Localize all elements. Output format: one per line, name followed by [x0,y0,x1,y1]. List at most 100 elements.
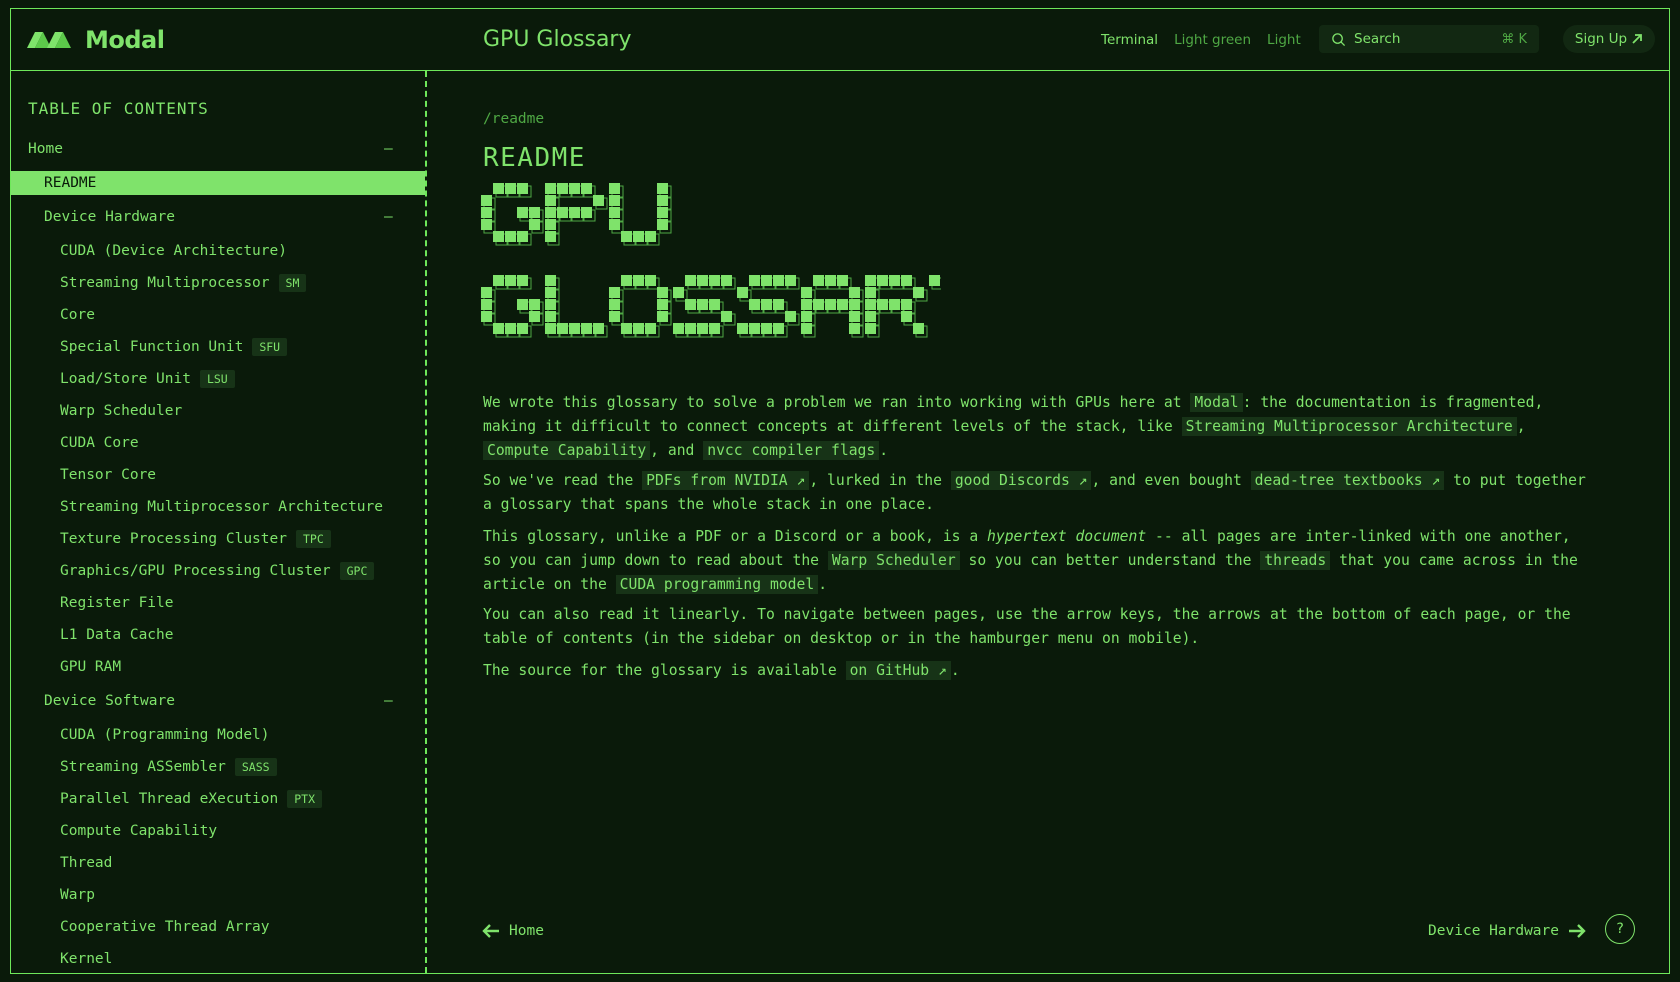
paragraph-3: This glossary, unlike a PDF or a Discord… [483,525,1593,597]
toc-item[interactable]: Special Function Unit SFU [11,331,425,363]
paragraph-5: The source for the glossary is available… [483,659,1593,683]
sign-up-label: Sign Up [1574,31,1628,47]
toc-item[interactable]: Compute Capability [11,815,425,847]
arrow-left-icon [482,924,499,938]
theme-terminal[interactable]: Terminal [1101,32,1158,48]
toc-section-home[interactable]: Home – [11,131,425,167]
next-page-label: Device Hardware [1428,923,1559,939]
abbreviation-badge: GPC [339,562,375,580]
toc-section-device-software[interactable]: Device Software – [11,683,425,719]
link-github[interactable]: on GitHub ↗ [845,661,951,680]
collapse-icon[interactable]: – [384,209,393,225]
toc-item[interactable]: CUDA (Programming Model) [11,719,425,751]
theme-light[interactable]: Light [1267,32,1301,48]
theme-switcher: Terminal Light green Light [1101,32,1301,48]
top-header: Modal GPU Glossary Terminal Light green … [11,9,1669,71]
toc-section-label: Device Software [44,693,175,709]
abbreviation-badge: SASS [234,758,277,776]
toc-item-label: Warp [60,887,95,903]
toc-item-label: Thread [60,855,113,871]
paragraph-text: So we've read the [483,472,643,489]
link-sm-architecture[interactable]: Streaming Multiprocessor Architecture [1181,417,1517,436]
toc-item-label: Streaming Multiprocessor Architecture [60,499,384,515]
paragraph-text: , and even bought [1091,472,1251,489]
toc-item[interactable]: GPU RAM [11,651,425,683]
search-shortcut: ⌘ K [1501,31,1527,47]
toc-section-readme[interactable]: README [11,171,425,195]
abbreviation-badge: SM [278,274,307,292]
toc-item-label: Core [60,307,95,323]
toc-item[interactable]: Warp [11,879,425,911]
toc-item[interactable]: Streaming ASSembler SASS [11,751,425,783]
toc-item-label: CUDA Core [60,435,139,451]
toc-item[interactable]: Streaming Multiprocessor Architecture [11,491,425,523]
paragraph-text: , and [650,442,704,459]
toc-item-label: Register File [60,595,174,611]
table-of-contents: Home – README Device Hardware – CUDA (Device … [11,131,425,973]
theme-light-green[interactable]: Light green [1174,32,1251,48]
toc-item[interactable]: L1 Data Cache [11,619,425,651]
sign-up-button[interactable]: Sign Up [1563,25,1655,53]
paragraph-text: The source for the glossary is available [483,662,846,679]
toc-item[interactable]: CUDA Core [11,427,425,459]
toc-item-label: Graphics/GPU Processing Cluster [60,563,331,579]
link-good-discords[interactable]: good Discords ↗ [950,471,1092,490]
toc-section-label: Device Hardware [44,209,175,225]
paragraph-text: This glossary, unlike a PDF or a Discord… [483,528,988,545]
abbreviation-badge: TPC [295,530,331,548]
paragraph-text: , [1516,418,1526,435]
link-compute-capability[interactable]: Compute Capability [483,441,651,460]
toc-item-label: Load/Store Unit [60,371,191,387]
page-title: README [483,143,586,173]
toc-item[interactable]: Warp Scheduler [11,395,425,427]
link-textbooks[interactable]: dead-tree textbooks ↗ [1250,471,1445,490]
toc-item[interactable]: Tensor Core [11,459,425,491]
collapse-icon[interactable]: – [384,693,393,709]
toc-item-label: Cooperative Thread Array [60,919,270,935]
abbreviation-badge: LSU [199,370,235,388]
site-title[interactable]: GPU Glossary [483,27,632,52]
next-page-link[interactable]: Device Hardware [1403,923,1587,939]
toc-item-label: Special Function Unit [60,339,244,355]
toc-item-label: CUDA (Programming Model) [60,727,270,743]
link-nvcc-flags[interactable]: nvcc compiler flags [703,441,880,460]
paragraph-2: So we've read the PDFs from NVIDIA ↗, lu… [483,469,1593,517]
link-warp-scheduler[interactable]: Warp Scheduler [827,551,960,570]
collapse-icon[interactable]: – [384,141,393,157]
ascii-art-banner [481,183,941,338]
toc-item-label: CUDA (Device Architecture) [60,243,287,259]
toc-item[interactable]: Kernel [11,943,425,973]
toc-section-device-hardware[interactable]: Device Hardware – [11,199,425,235]
toc-item-label: GPU RAM [60,659,122,675]
link-pdfs-nvidia[interactable]: PDFs from NVIDIA ↗ [642,471,810,490]
toc-item[interactable]: Parallel Thread eXecution PTX [11,783,425,815]
main-content: /readme README We wrote this glossary to… [427,71,1669,973]
toc-item[interactable]: Thread [11,847,425,879]
toc-item[interactable]: Texture Processing Cluster TPC [11,523,425,555]
emphasis-text: hypertext document [987,528,1147,545]
abbreviation-badge: SFU [252,338,288,356]
link-threads[interactable]: threads [1260,551,1331,570]
toc-item[interactable]: Core [11,299,425,331]
toc-item[interactable]: Register File [11,587,425,619]
paragraph-text: You can also read it linearly. To naviga… [483,606,1571,647]
toc-item[interactable]: Streaming Multiprocessor SM [11,267,425,299]
brand-logo[interactable]: Modal [27,23,165,57]
toc-item-label: Kernel [60,951,113,967]
paragraph-text: so you can better understand the [959,552,1261,569]
paragraph-4: You can also read it linearly. To naviga… [483,603,1593,651]
arrow-right-icon [1569,924,1586,938]
toc-item[interactable]: CUDA (Device Architecture) [11,235,425,267]
toc-section-label: README [44,175,97,191]
toc-item[interactable]: Cooperative Thread Array [11,911,425,943]
link-cuda-programming-model[interactable]: CUDA programming model [615,575,819,594]
sidebar: TABLE OF CONTENTS Home – README Device Hard… [11,71,425,973]
paragraph-1: We wrote this glossary to solve a proble… [483,391,1593,463]
toc-item[interactable]: Graphics/GPU Processing Cluster GPC [11,555,425,587]
link-modal[interactable]: Modal [1190,393,1243,412]
help-button[interactable]: ? [1605,914,1635,944]
toc-item[interactable]: Load/Store Unit LSU [11,363,425,395]
prev-page-link[interactable]: Home [481,923,544,939]
toc-item-label: Compute Capability [60,823,218,839]
search-button[interactable]: Search ⌘ K [1319,25,1539,53]
